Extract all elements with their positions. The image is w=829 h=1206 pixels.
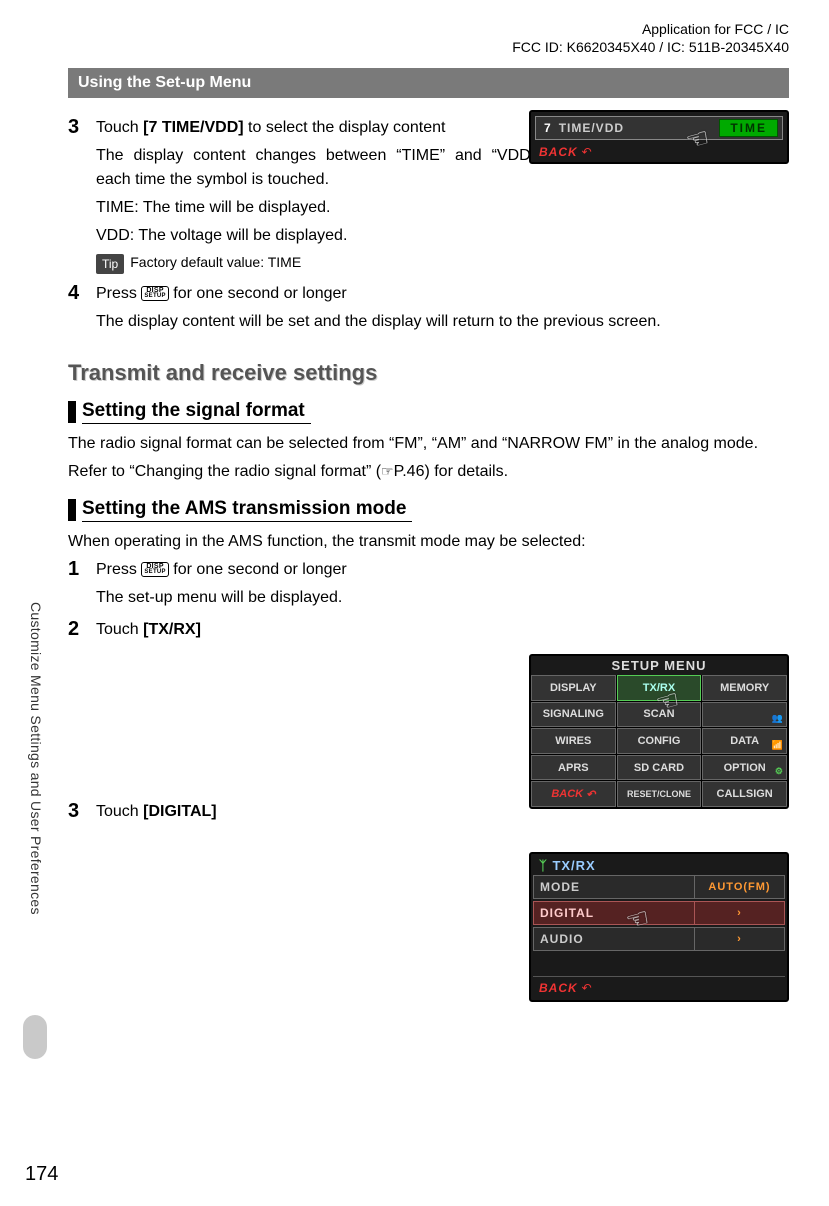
header-line2: FCC ID: K6620345X40 / IC: 511B-20345X40 [68, 38, 789, 56]
back-label: BACK [539, 145, 578, 159]
text: When operating in the AMS function, the … [68, 530, 789, 554]
text: VDD: The voltage will be displayed. [96, 224, 536, 248]
device-screenshot-txrx: ᛉ TX/RX MODE AUTO(FM) DIGITAL › AUDIO › … [529, 852, 789, 1002]
tip-badge: Tip [96, 254, 124, 274]
text: Press [96, 285, 141, 302]
menu-option: OPTION⚙ [702, 755, 787, 781]
row-label: MODE [534, 880, 694, 894]
text: for one second or longer [169, 285, 347, 302]
section-banner: Using the Set-up Menu [68, 68, 789, 98]
heading-bar-icon [68, 499, 76, 521]
disp-setup-icon: DISPSETUP [141, 286, 169, 302]
back-arrow-icon: ↶ [582, 145, 592, 159]
step-body: Press DISPSETUP for one second or longer… [96, 558, 789, 614]
row-value: AUTO(FM) [694, 876, 784, 898]
text: TIME: The time will be displayed. [96, 196, 536, 220]
step-4: 4 Press DISPSETUP for one second or long… [68, 282, 789, 338]
menu-display: DISPLAY [531, 675, 616, 701]
subheading-ams-mode: Setting the AMS transmission mode [68, 498, 789, 522]
ams-step-1: 1 Press DISPSETUP for one second or long… [68, 558, 789, 614]
menu-group: 👥 [702, 702, 787, 728]
back-row: BACK ↶ [533, 976, 785, 998]
menu-value: TIME [719, 119, 778, 137]
text: Touch [96, 803, 143, 820]
step-body: Touch [TX/RX] [96, 618, 789, 646]
row-audio: AUDIO › [533, 927, 785, 951]
step-number: 2 [68, 618, 96, 646]
side-tab-label: Customize Menu Settings and User Prefere… [28, 602, 44, 915]
header-line1: Application for FCC / IC [68, 20, 789, 38]
touch-target: [TX/RX] [143, 621, 201, 638]
menu-wires: WIRES [531, 728, 616, 754]
heading-bar-icon [68, 401, 76, 423]
subheading-text: Setting the AMS transmission mode [82, 498, 412, 522]
heading-transmit-receive: Transmit and receive settings [68, 360, 789, 386]
row-mode: MODE AUTO(FM) [533, 875, 785, 899]
touch-target: [DIGITAL] [143, 803, 216, 820]
row-value: › [694, 928, 784, 950]
row-label: DIGITAL [534, 906, 694, 920]
group-icon: 👥 [772, 713, 783, 724]
text: The display content changes between “TIM… [96, 144, 536, 192]
side-tab-indicator [23, 1015, 47, 1059]
text: The radio signal format can be selected … [68, 432, 789, 456]
header-application: Application for FCC / IC FCC ID: K662034… [68, 20, 789, 56]
device-screenshot-setup-menu: SETUP MENU DISPLAY TX/RX MEMORY SIGNALIN… [529, 654, 789, 809]
step-number: 4 [68, 282, 96, 338]
menu-aprs: APRS [531, 755, 616, 781]
step-body: Touch [7 TIME/VDD] to select the display… [96, 116, 536, 277]
menu-callsign: CALLSIGN [702, 781, 787, 807]
step-number: 3 [68, 116, 96, 277]
touch-target: [7 TIME/VDD] [143, 119, 243, 136]
row-value: › [694, 902, 784, 924]
back-label: BACK [539, 981, 578, 995]
row-digital: DIGITAL › [533, 901, 785, 925]
txrx-title: ᛉ TX/RX [533, 856, 785, 875]
subheading-text: Setting the signal format [82, 400, 311, 424]
menu-index: 7 [540, 121, 555, 135]
text-part: P.46) for details. [394, 463, 508, 480]
text: Touch [96, 621, 143, 638]
menu-config: CONFIG [617, 728, 702, 754]
text: Touch [96, 119, 143, 136]
step-body: Press DISPSETUP for one second or longer… [96, 282, 789, 338]
text: Press [96, 561, 141, 578]
menu-memory: MEMORY [702, 675, 787, 701]
row-label: AUDIO [534, 932, 694, 946]
step-number: 3 [68, 800, 96, 828]
device-screenshot-time-vdd: 7 TIME/VDD TIME BACK ↶ ☜ [529, 110, 789, 164]
back-arrow-icon: ↶ [582, 981, 592, 995]
text: Refer to “Changing the radio signal form… [68, 460, 789, 484]
text: to select the display content [244, 119, 446, 136]
subheading-signal-format: Setting the signal format [68, 400, 789, 424]
menu-sdcard: SD CARD [617, 755, 702, 781]
step-number: 1 [68, 558, 96, 614]
signal-icon: 📶 [772, 740, 783, 751]
menu-reset-clone: RESET/CLONE [617, 781, 702, 807]
menu-back: BACK↶ [531, 781, 616, 807]
text-part: Refer to “Changing the radio signal form… [68, 463, 381, 480]
text: for one second or longer [169, 561, 347, 578]
menu-data: DATA📶 [702, 728, 787, 754]
antenna-icon: ᛉ [539, 858, 548, 873]
tip-text: Factory default value: TIME [130, 254, 301, 270]
text: The display content will be set and the … [96, 310, 789, 334]
text: The set-up menu will be displayed. [96, 586, 789, 610]
gear-icon: ⚙ [775, 766, 783, 777]
back-row: BACK ↶ [535, 142, 783, 162]
back-arrow-icon: ↶ [586, 788, 595, 801]
page-number: 174 [25, 1163, 58, 1186]
menu-signaling: SIGNALING [531, 702, 616, 728]
disp-setup-icon: DISPSETUP [141, 562, 169, 578]
setup-menu-title: SETUP MENU [531, 656, 787, 675]
menu-row: 7 TIME/VDD TIME [535, 116, 783, 140]
reference-icon: ☞ [381, 463, 394, 479]
ams-step-2: 2 Touch [TX/RX] [68, 618, 789, 646]
